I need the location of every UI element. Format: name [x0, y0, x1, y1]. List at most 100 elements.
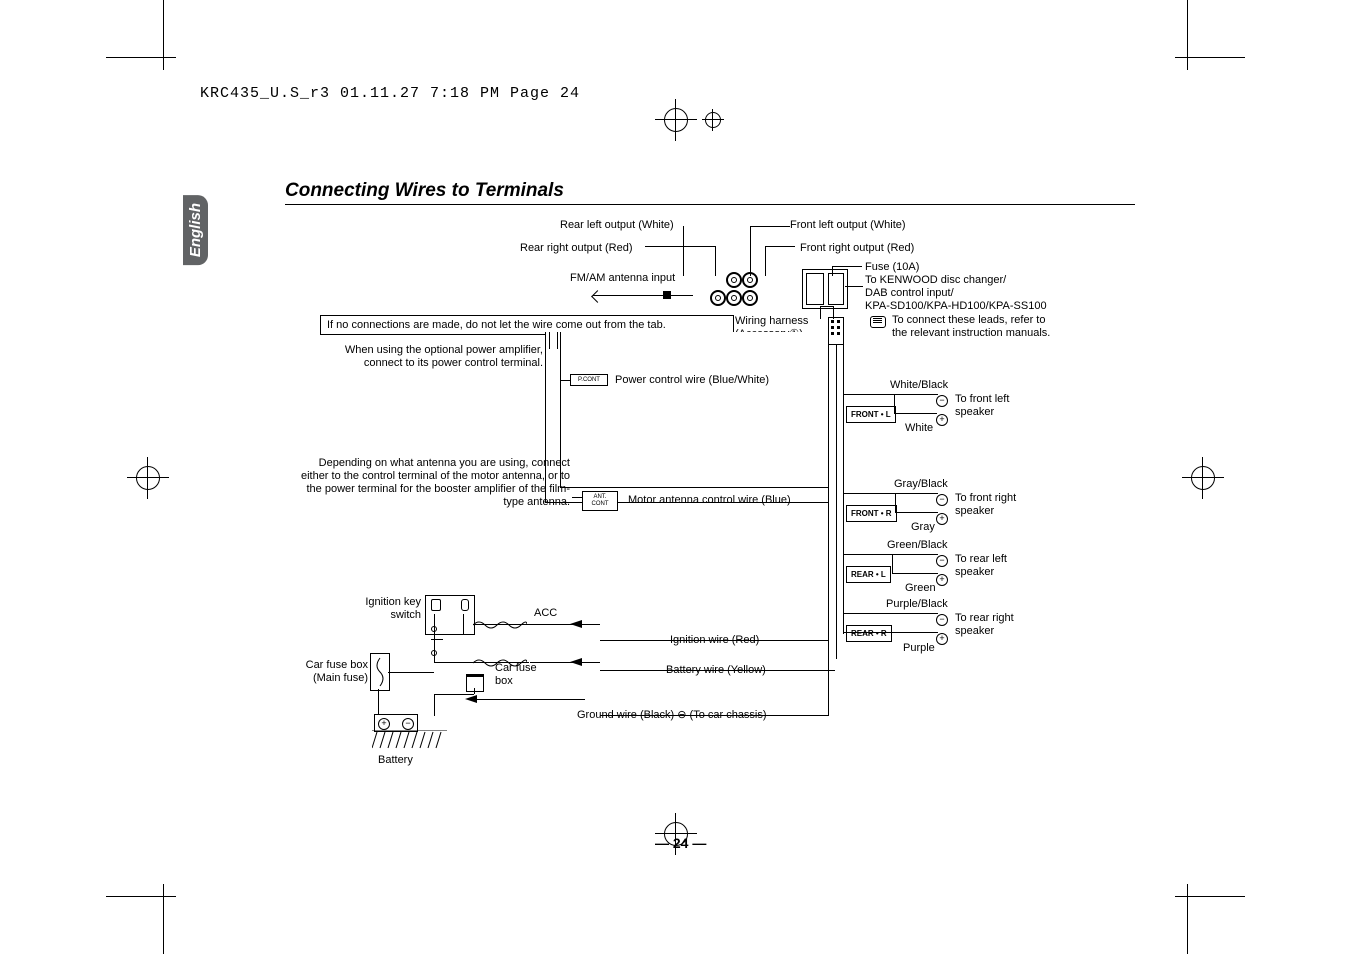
line [843, 493, 938, 494]
line [560, 380, 570, 381]
minus-icon: − [936, 550, 948, 568]
line [388, 672, 434, 673]
leader-line [765, 246, 766, 276]
label-kenwood: To KENWOOD disc changer/ DAB control inp… [865, 274, 1047, 313]
page: KRC435_U.S_r3 01.11.27 7:18 PM Page 24 E… [0, 0, 1351, 954]
label-rear-left-out: Rear left output (White) [560, 219, 674, 232]
label-motor-ant: Motor antenna control wire (Blue) [628, 494, 791, 507]
minus-icon: − [936, 390, 948, 408]
harness-body [545, 332, 828, 502]
tag-pcont: P.CONT [570, 374, 608, 386]
leader-line [750, 226, 751, 276]
leader-line [683, 226, 684, 276]
fuse-symbol [473, 620, 527, 628]
label-fuse: Fuse (10A) [865, 261, 919, 274]
label-acc: ACC [534, 607, 557, 620]
line [600, 640, 828, 641]
label-battery: Battery [378, 754, 413, 767]
line [572, 497, 582, 498]
plus-icon: + [936, 508, 948, 526]
main-fuse-icon [370, 653, 390, 691]
ignition-switch-icon [425, 595, 475, 635]
register-mark-small-icon [705, 112, 721, 128]
label-power-amp: When using the optional power amplifier,… [318, 344, 543, 370]
register-mark-icon [1191, 466, 1215, 490]
crop-mark [106, 57, 176, 58]
harness-tab-icon [820, 306, 834, 319]
arrow-left-icon [570, 620, 582, 628]
line [828, 659, 829, 716]
crop-mark [163, 0, 164, 70]
rca-plug-icon [726, 290, 742, 306]
line [892, 554, 893, 574]
line [530, 624, 600, 625]
line [600, 670, 835, 671]
rca-plug-icon [742, 272, 758, 288]
leader-line [832, 266, 862, 267]
line [894, 394, 895, 414]
line [828, 344, 829, 659]
label-rl-pos: Green [905, 582, 936, 595]
connector-icon [828, 317, 844, 345]
label-fr-pos: Gray [911, 521, 935, 534]
line [894, 413, 937, 414]
arrow-left-icon [570, 658, 582, 666]
register-mark-icon [664, 108, 688, 132]
rca-plug-icon [710, 290, 726, 306]
tag-rear-r: REAR • R [846, 625, 892, 642]
line [843, 613, 938, 614]
label-power-ctrl: Power control wire (Blue/White) [615, 374, 769, 387]
label-rr-pos: Purple [903, 642, 935, 655]
leader-line [765, 246, 795, 247]
crop-mark [1175, 57, 1245, 58]
line [892, 573, 938, 574]
tag-rear-l: REAR • L [846, 566, 891, 583]
plus-icon: + [936, 628, 948, 646]
label-car-fuse: Car fuse box [495, 662, 545, 688]
tag-front-r: FRONT • R [846, 505, 897, 522]
label-rr-to: To rear right speaker [955, 612, 1035, 638]
minus-icon: − [936, 489, 948, 507]
wiring-diagram: Rear left output (White) Rear right outp… [290, 204, 1138, 774]
label-connect-leads: To connect these leads, refer to the rel… [892, 314, 1052, 340]
line [434, 694, 435, 716]
line [463, 614, 464, 634]
line [892, 632, 938, 633]
section-title: Connecting Wires to Terminals [285, 180, 564, 202]
label-rear-right-out: Rear right output (Red) [520, 242, 633, 255]
line [557, 332, 558, 349]
main-unit-rear-icon [802, 269, 848, 309]
line [836, 344, 837, 659]
label-front-left-out: Front left output (White) [790, 219, 906, 232]
leader-line [645, 246, 715, 247]
page-number: 24 [655, 835, 706, 851]
line [549, 332, 550, 349]
plus-icon: + [936, 569, 948, 587]
tag-front-l: FRONT • L [846, 406, 896, 423]
print-header: KRC435_U.S_r3 01.11.27 7:18 PM Page 24 [200, 85, 580, 102]
line [600, 715, 828, 716]
line [843, 554, 938, 555]
label-front-right-out: Front right output (Red) [800, 242, 914, 255]
label-fl-pos: White [905, 422, 933, 435]
line [434, 614, 435, 662]
label-fmam: FM/AM antenna input [570, 272, 675, 285]
crop-mark [1187, 0, 1188, 70]
label-fl-to: To front left speaker [955, 393, 1035, 419]
line [843, 344, 844, 634]
crop-mark [1175, 896, 1245, 897]
language-tab: English [183, 195, 208, 265]
control-cable-plug-icon [870, 316, 886, 328]
line [475, 699, 585, 700]
rca-plug-icon [742, 290, 758, 306]
line [895, 512, 938, 513]
label-rl-to: To rear left speaker [955, 553, 1035, 579]
plus-icon: + [936, 409, 948, 427]
crop-mark [1187, 884, 1188, 954]
line [895, 493, 896, 513]
minus-icon: − [936, 609, 948, 627]
fuse-box-icon [466, 674, 484, 692]
crop-mark [163, 884, 164, 954]
line [843, 394, 938, 395]
tag-antcont: ANT. CONT [582, 491, 618, 511]
